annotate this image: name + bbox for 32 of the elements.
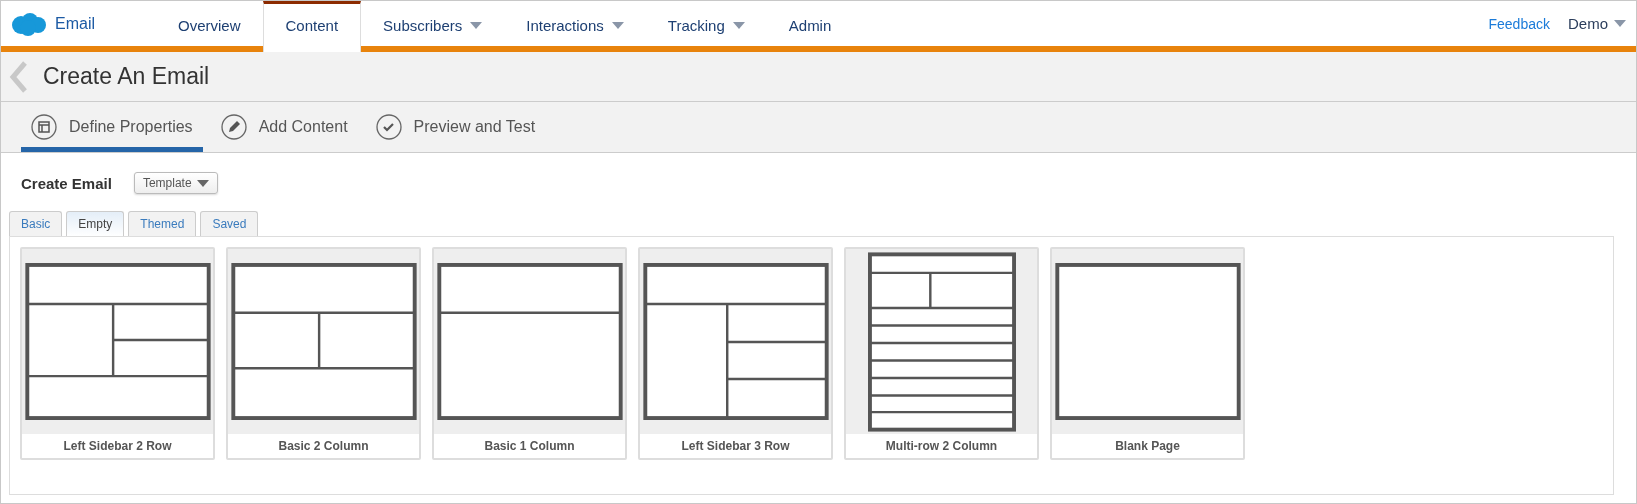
template-card[interactable]: Left Sidebar 2 Row bbox=[20, 247, 215, 460]
caret-icon bbox=[1614, 20, 1626, 27]
feedback-link[interactable]: Feedback bbox=[1488, 15, 1550, 32]
template-card[interactable]: Multi-row 2 Column bbox=[844, 247, 1039, 460]
nav-tab[interactable]: Overview bbox=[156, 1, 263, 46]
nav-tab[interactable]: Tracking bbox=[645, 1, 767, 46]
form-icon bbox=[31, 114, 57, 140]
nav-tab[interactable]: Admin bbox=[766, 1, 854, 46]
cloud-logo bbox=[11, 11, 47, 36]
tab[interactable]: Empty bbox=[66, 211, 125, 237]
step-tab[interactable]: Define Properties bbox=[21, 102, 203, 152]
user-menu[interactable]: Demo bbox=[1568, 15, 1626, 32]
template-card[interactable]: Basic 1 Column bbox=[432, 247, 627, 460]
section-title: Create Email bbox=[21, 174, 112, 192]
app-name: Email bbox=[55, 14, 95, 33]
caret-icon bbox=[196, 179, 209, 187]
nav-tab[interactable]: Content bbox=[262, 1, 362, 52]
template-card[interactable]: Basic 2 Column bbox=[226, 247, 421, 460]
check-icon bbox=[375, 114, 402, 140]
tab[interactable]: Saved bbox=[200, 211, 259, 236]
template-dropdown[interactable]: Template bbox=[133, 172, 218, 194]
pencil-icon bbox=[220, 114, 247, 140]
template-card[interactable]: Left Sidebar 3 Row bbox=[638, 247, 833, 460]
nav-tab[interactable]: Interactions bbox=[504, 1, 646, 46]
page-title: Create An Email bbox=[43, 63, 210, 90]
template-card[interactable]: Blank Page bbox=[1050, 247, 1245, 460]
back-icon[interactable] bbox=[9, 60, 29, 93]
tab[interactable]: Basic bbox=[9, 211, 63, 236]
tab[interactable]: Themed bbox=[128, 211, 197, 236]
step-tab[interactable]: Add Content bbox=[210, 102, 358, 152]
step-tab[interactable]: Preview and Test bbox=[365, 102, 546, 152]
nav-tab[interactable]: Subscribers bbox=[361, 1, 505, 46]
